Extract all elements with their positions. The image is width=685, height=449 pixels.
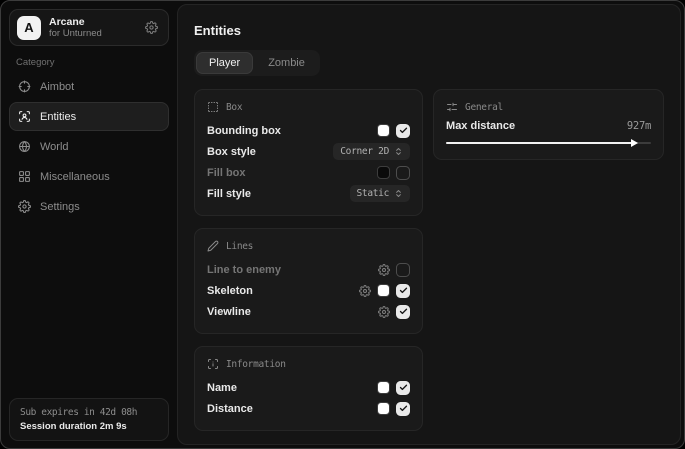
setting-row-line-to-enemy: Line to enemy <box>207 259 410 280</box>
brand-text: Arcane for Unturned <box>49 16 137 39</box>
setting-row-viewline: Viewline <box>207 301 410 322</box>
information-section-title: Information <box>226 359 286 370</box>
crosshair-icon <box>18 80 31 93</box>
sidebar-item-label: Entities <box>40 111 76 123</box>
info-scan-icon <box>207 358 219 370</box>
tab-player[interactable]: Player <box>196 52 253 74</box>
sliders-icon <box>446 101 458 113</box>
setting-row-fill-style: Fill style Static <box>207 183 410 204</box>
sub-expiry-text: Sub expires in 42d 08h <box>20 407 158 418</box>
entity-scan-icon <box>18 110 31 123</box>
tab-bar: Player Zombie <box>194 50 320 76</box>
setting-label: Fill box <box>207 167 246 179</box>
sidebar-nav: Aimbot Entities World Miscellaneous <box>9 72 169 222</box>
sidebar: A Arcane for Unturned Category Aimbot <box>1 1 177 448</box>
lines-section-header: Lines <box>207 240 410 252</box>
information-section: Information Name Distance <box>194 346 423 431</box>
app-name: Arcane <box>49 16 137 28</box>
main-panel: Entities Player Zombie Box Bounding box <box>177 4 681 445</box>
select-value: Static <box>357 188 390 199</box>
setting-label: Line to enemy <box>207 264 281 276</box>
setting-label: Viewline <box>207 306 251 318</box>
sidebar-item-settings[interactable]: Settings <box>9 192 169 221</box>
content-columns: Box Bounding box Box style Corne <box>194 89 664 431</box>
general-section-title: General <box>465 102 503 113</box>
setting-row-name: Name <box>207 377 410 398</box>
max-distance-slider[interactable] <box>446 138 651 148</box>
logo-letter: A <box>24 20 33 35</box>
checkbox-checked[interactable] <box>396 284 410 298</box>
setting-label: Name <box>207 382 237 394</box>
category-label: Category <box>16 57 55 68</box>
brand-card: A Arcane for Unturned <box>9 9 169 46</box>
left-column: Box Bounding box Box style Corne <box>194 89 423 431</box>
checkbox-unchecked[interactable] <box>396 166 410 180</box>
slider-thumb[interactable] <box>631 139 638 147</box>
checkbox-unchecked[interactable] <box>396 263 410 277</box>
row-settings-gear-icon[interactable] <box>359 285 371 297</box>
app-logo: A <box>17 16 41 40</box>
max-distance-value: 927m <box>627 120 651 132</box>
color-swatch[interactable] <box>377 284 390 297</box>
color-swatch[interactable] <box>377 381 390 394</box>
box-select-icon <box>207 101 219 113</box>
color-swatch[interactable] <box>377 402 390 415</box>
information-section-header: Information <box>207 358 410 370</box>
general-section-header: General <box>446 101 651 113</box>
gear-icon <box>18 200 31 213</box>
chevrons-up-down-icon <box>394 189 403 198</box>
box-section-title: Box <box>226 102 242 113</box>
tab-zombie[interactable]: Zombie <box>255 52 318 74</box>
setting-label: Box style <box>207 146 256 158</box>
sidebar-item-label: Miscellaneous <box>40 171 110 183</box>
sidebar-item-label: World <box>40 141 69 153</box>
general-section: General Max distance 927m <box>433 89 664 160</box>
sidebar-item-label: Aimbot <box>40 81 74 93</box>
fill-style-select[interactable]: Static <box>350 185 411 202</box>
setting-row-distance: Distance <box>207 398 410 419</box>
app-window: A Arcane for Unturned Category Aimbot <box>0 0 685 449</box>
sidebar-item-label: Settings <box>40 201 80 213</box>
page-title: Entities <box>194 23 664 38</box>
setting-label: Skeleton <box>207 285 253 297</box>
globe-icon <box>18 140 31 153</box>
select-value: Corner 2D <box>340 146 389 157</box>
box-style-select[interactable]: Corner 2D <box>333 143 410 160</box>
box-section: Box Bounding box Box style Corne <box>194 89 423 216</box>
pencil-icon <box>207 240 219 252</box>
grid-icon <box>18 170 31 183</box>
setting-label: Bounding box <box>207 125 281 137</box>
row-settings-gear-icon[interactable] <box>378 264 390 276</box>
setting-label: Max distance <box>446 120 515 132</box>
sidebar-item-entities[interactable]: Entities <box>9 102 169 131</box>
checkbox-checked[interactable] <box>396 381 410 395</box>
checkbox-checked[interactable] <box>396 402 410 416</box>
setting-row-bounding-box: Bounding box <box>207 120 410 141</box>
row-settings-gear-icon[interactable] <box>378 306 390 318</box>
sidebar-item-world[interactable]: World <box>9 132 169 161</box>
session-duration-text: Session duration 2m 9s <box>20 421 158 432</box>
setting-row-skeleton: Skeleton <box>207 280 410 301</box>
setting-label: Distance <box>207 403 253 415</box>
setting-label: Fill style <box>207 188 251 200</box>
sidebar-item-aimbot[interactable]: Aimbot <box>9 72 169 101</box>
gear-icon[interactable] <box>145 21 158 34</box>
subscription-status-card: Sub expires in 42d 08h Session duration … <box>9 398 169 441</box>
setting-row-max-distance: Max distance 927m <box>446 120 651 132</box>
slider-fill <box>446 142 635 144</box>
right-column: General Max distance 927m <box>433 89 664 160</box>
setting-row-box-style: Box style Corner 2D <box>207 141 410 162</box>
lines-section-title: Lines <box>226 241 253 252</box>
box-section-header: Box <box>207 101 410 113</box>
color-swatch[interactable] <box>377 124 390 137</box>
app-subtitle: for Unturned <box>49 28 137 39</box>
lines-section: Lines Line to enemy Skeleton <box>194 228 423 334</box>
setting-row-fill-box: Fill box <box>207 162 410 183</box>
chevrons-up-down-icon <box>394 147 403 156</box>
checkbox-checked[interactable] <box>396 124 410 138</box>
color-swatch[interactable] <box>377 166 390 179</box>
sidebar-item-miscellaneous[interactable]: Miscellaneous <box>9 162 169 191</box>
checkbox-checked[interactable] <box>396 305 410 319</box>
